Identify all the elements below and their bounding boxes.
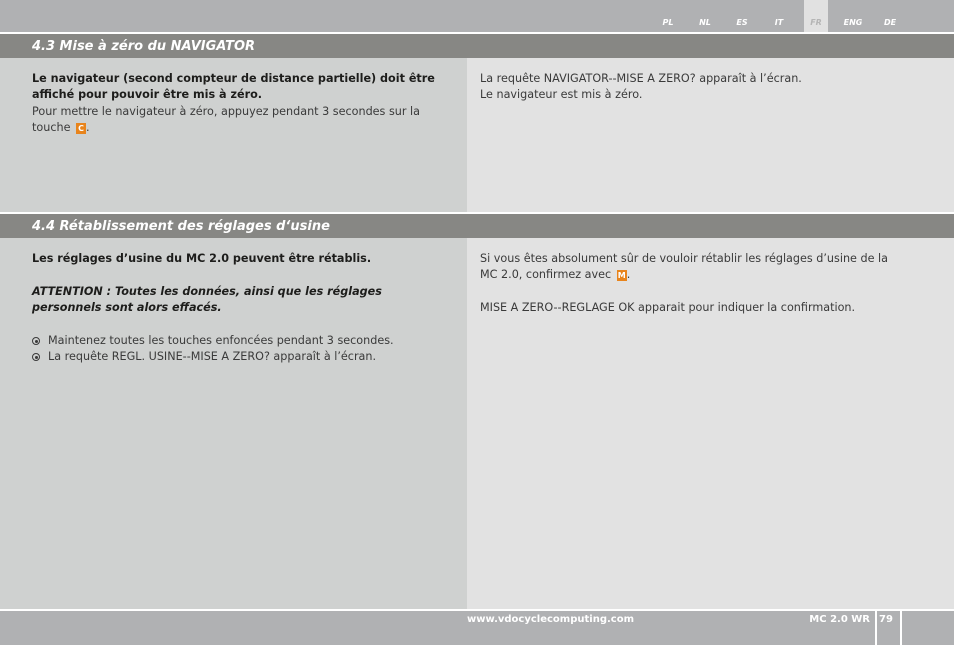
page-footer: www.vdocyclecomputing.com MC 2.0 WR 79 [0, 611, 954, 645]
navigator-result: Le navigateur est mis à zéro. [480, 88, 643, 102]
navigator-prompt: La requête NAVIGATOR--MISE A ZERO? appar… [480, 72, 802, 85]
confirmation-message: MISE A ZERO--REGLAGE OK apparait pour in… [480, 301, 856, 315]
navigator-instruction: Pour mettre le navigateur à zéro, appuye… [32, 104, 452, 137]
navigator-intro: Le navigateur (second compteur de distan… [32, 72, 435, 102]
lang-tab-es[interactable]: ES [730, 0, 754, 32]
section-4-3-right-text: La requête NAVIGATOR--MISE A ZERO? appar… [480, 71, 920, 104]
section-4-3-left-column: Le navigateur (second compteur de distan… [0, 58, 467, 212]
section-4-4-left-text: Les réglages d’usine du MC 2.0 peuvent ê… [32, 251, 452, 366]
bullet-icon [32, 353, 40, 362]
instruction-end: . [86, 121, 90, 135]
section-4-4-right-column: Si vous êtes absolument sûr de vouloir r… [467, 238, 954, 609]
factory-reset-intro: Les réglages d’usine du MC 2.0 peuvent ê… [32, 252, 372, 265]
website-link[interactable]: www.vdocyclecomputing.com [467, 611, 634, 629]
lang-tab-eng[interactable]: ENG [841, 0, 865, 32]
lang-tab-de[interactable]: DE [878, 0, 902, 32]
section-4-3-left-text: Le navigateur (second compteur de distan… [32, 71, 452, 137]
bullet-icon [32, 337, 40, 345]
footer-divider [900, 611, 902, 645]
key-m-icon: M [616, 270, 627, 282]
section-title: 4.3 Mise à zéro du NAVIGATOR [32, 39, 256, 54]
footer-divider [875, 611, 877, 645]
lang-tab-it[interactable]: IT [767, 0, 791, 32]
steps-list: Maintenez toutes les touches enfoncées p… [32, 333, 452, 366]
list-item: Maintenez toutes les touches enfoncées p… [32, 333, 452, 349]
confirm-instruction: Si vous êtes absolument sûr de vouloir r… [480, 251, 905, 284]
confirm-end: . [626, 268, 631, 282]
section-title: 4.4 Rétablissement des réglages d‘usine [32, 219, 330, 234]
section-header-4-4: 4.4 Rétablissement des réglages d‘usine [0, 214, 954, 238]
instruction-text: Pour mettre le navigateur à zéro, appuye… [32, 104, 420, 135]
section-4-4-right-text: Si vous êtes absolument sûr de vouloir r… [480, 251, 905, 317]
list-item: La requête REGL. USINE--MISE A ZERO? app… [32, 349, 452, 365]
section-4-3-right-column: La requête NAVIGATOR--MISE A ZERO? appar… [467, 58, 954, 212]
section-4-4-left-column: Les réglages d’usine du MC 2.0 peuvent ê… [0, 238, 467, 609]
step-text: La requête REGL. USINE--MISE A ZERO? app… [48, 350, 377, 364]
key-c-icon: C [76, 123, 87, 135]
lang-tab-nl[interactable]: NL [693, 0, 717, 32]
step-text: Maintenez toutes les touches enfoncées p… [48, 334, 394, 347]
page-number: 79 [879, 614, 893, 625]
section-header-4-3: 4.3 Mise à zéro du NAVIGATOR [0, 34, 954, 58]
language-bar: PL NL ES IT FR ENG DE [0, 0, 954, 32]
attention-warning: ATTENTION : Toutes les données, ainsi qu… [32, 284, 382, 315]
product-model: MC 2.0 WR [809, 614, 870, 625]
confirm-text: Si vous êtes absolument sûr de vouloir r… [480, 252, 888, 282]
lang-tab-fr[interactable]: FR [804, 0, 828, 32]
lang-tab-pl[interactable]: PL [656, 0, 680, 32]
